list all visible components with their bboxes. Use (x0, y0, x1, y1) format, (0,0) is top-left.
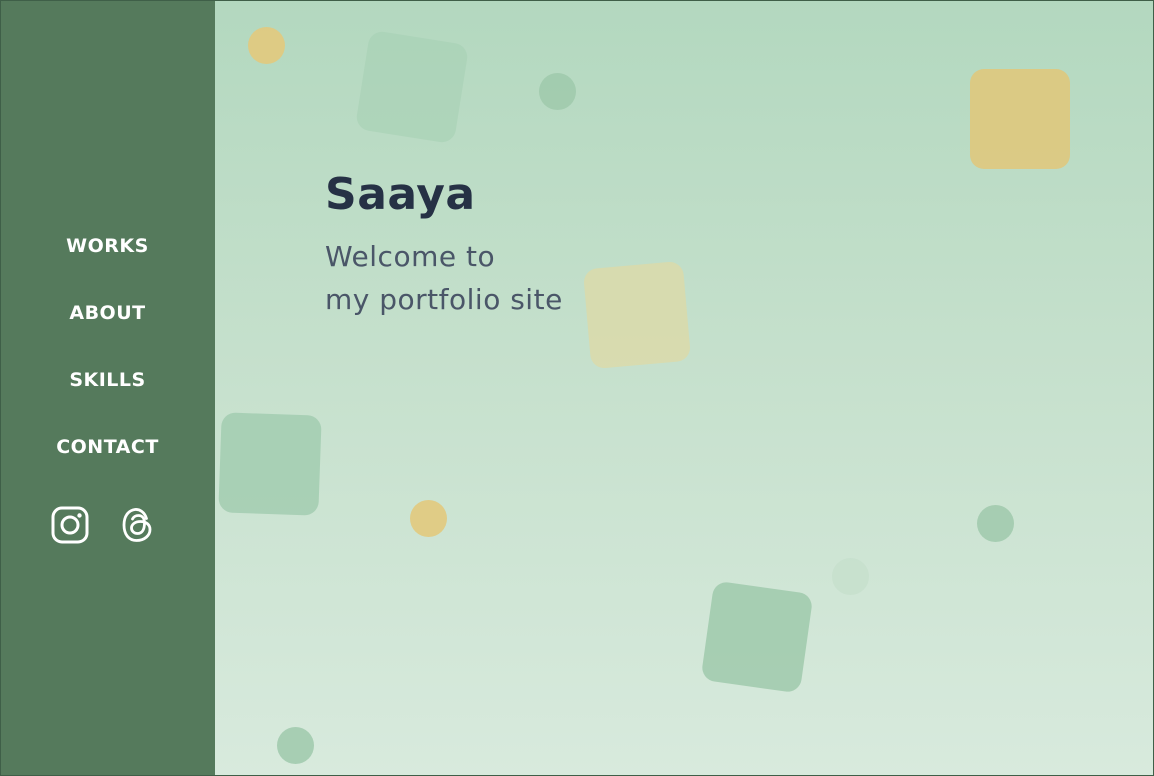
instagram-link[interactable] (51, 505, 89, 545)
social-links (51, 505, 157, 545)
main-nav: WORKS ABOUT SKILLS CONTACT (0, 226, 215, 467)
decor-square-yellow-2 (582, 260, 692, 370)
decor-circle-green-2 (977, 505, 1014, 542)
site-owner-name: Saaya (325, 169, 476, 220)
decor-circle-yellow-1 (248, 27, 285, 64)
threads-link[interactable] (119, 505, 157, 545)
sidebar: WORKS ABOUT SKILLS CONTACT (0, 0, 215, 776)
nav-works[interactable]: WORKS (66, 226, 149, 266)
decor-square-green-2 (218, 412, 322, 516)
welcome-line-1: Welcome to (325, 240, 496, 273)
nav-skills[interactable]: SKILLS (69, 360, 145, 400)
hero: Saaya Welcome to my portfolio site (325, 165, 563, 321)
threads-icon (122, 508, 152, 542)
nav-about[interactable]: ABOUT (69, 293, 145, 333)
decor-square-green-1 (354, 29, 470, 145)
decor-circle-green-3 (832, 558, 869, 595)
page: WORKS ABOUT SKILLS CONTACT Saaya Welcome… (0, 0, 1154, 776)
welcome-text: Welcome to my portfolio site (325, 235, 563, 321)
decor-circle-green-1 (539, 73, 576, 110)
instagram-icon (51, 506, 89, 544)
decor-circle-green-4 (277, 727, 314, 764)
welcome-line-2: my portfolio site (325, 283, 563, 316)
decor-square-green-3 (700, 580, 814, 694)
decor-square-yellow-1 (970, 69, 1070, 169)
decor-circle-yellow-2 (410, 500, 447, 537)
nav-contact[interactable]: CONTACT (56, 427, 159, 467)
